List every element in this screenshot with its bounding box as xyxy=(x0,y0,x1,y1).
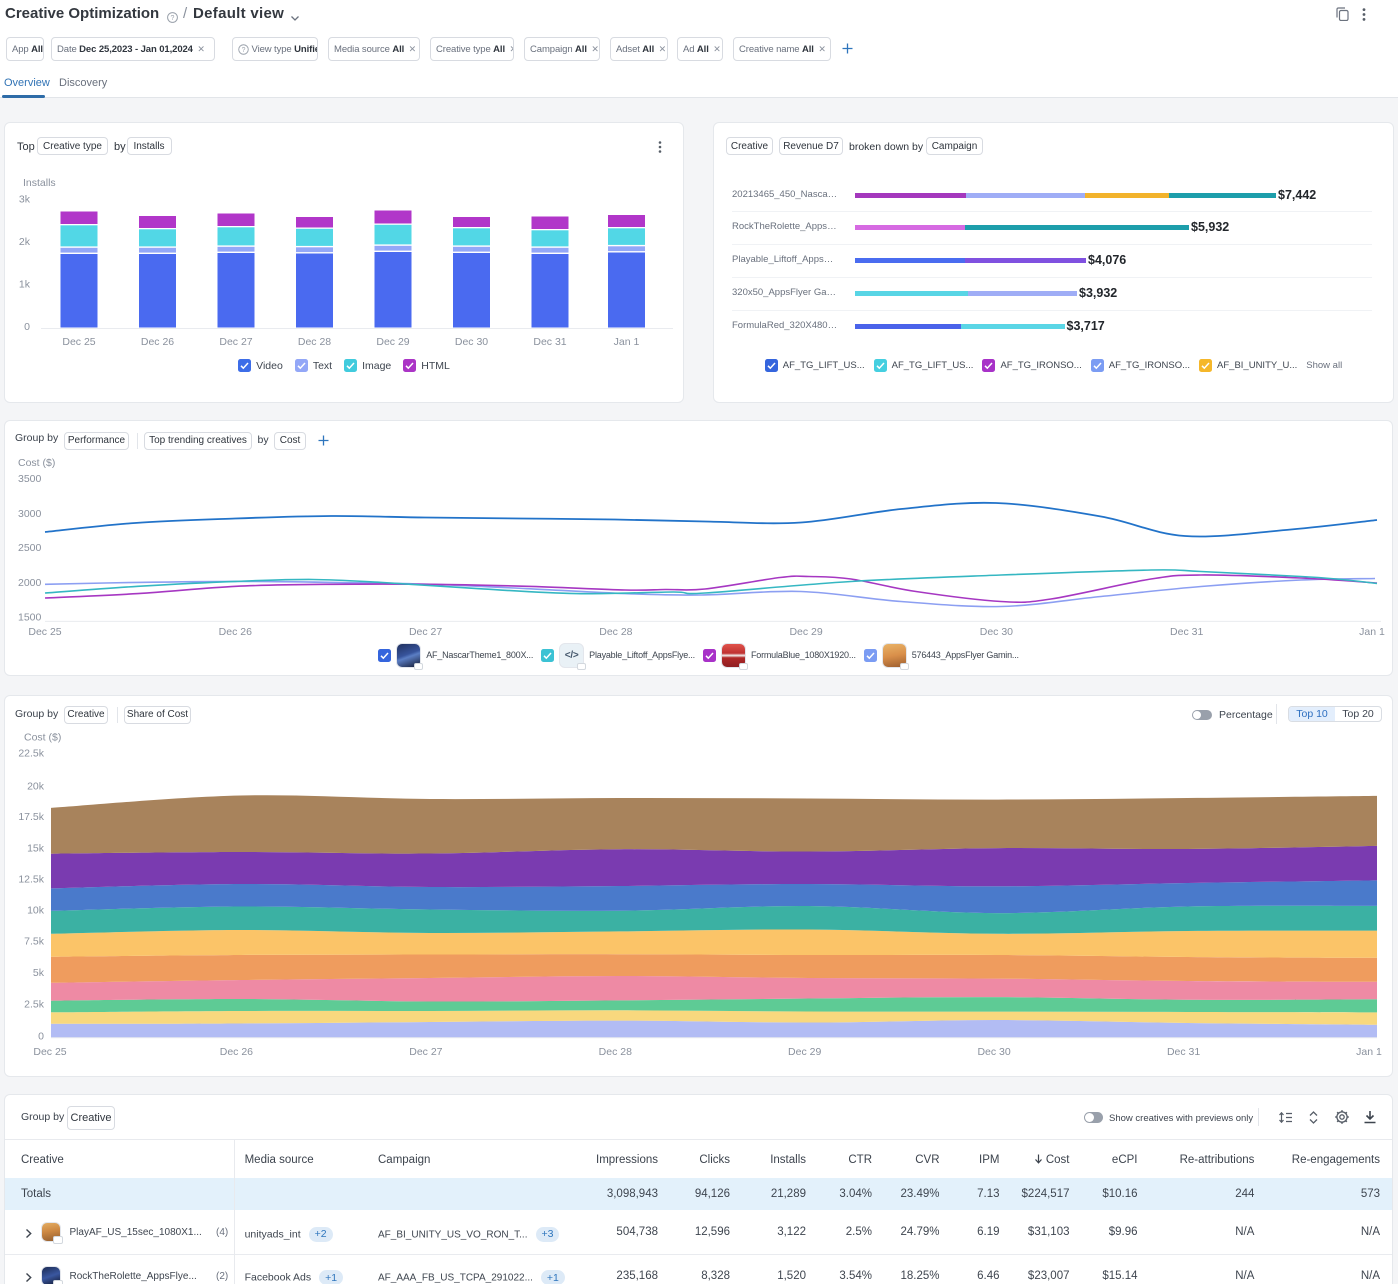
svg-text:7.5k: 7.5k xyxy=(24,936,45,948)
svg-text:3000: 3000 xyxy=(18,508,42,520)
svg-text:Dec 25: Dec 25 xyxy=(62,336,95,348)
svg-text:17.5k: 17.5k xyxy=(18,811,44,823)
svg-text:Dec 30: Dec 30 xyxy=(455,336,488,348)
svg-text:Dec 27: Dec 27 xyxy=(409,626,442,638)
svg-text:2500: 2500 xyxy=(18,542,42,554)
svg-text:5k: 5k xyxy=(33,967,45,979)
svg-text:Dec 28: Dec 28 xyxy=(298,336,331,348)
svg-text:2.5k: 2.5k xyxy=(24,999,45,1011)
svg-text:Jan 1: Jan 1 xyxy=(1359,626,1385,638)
svg-text:Cost ($): Cost ($) xyxy=(18,457,55,469)
svg-text:12.5k: 12.5k xyxy=(18,873,44,885)
svg-text:22.5k: 22.5k xyxy=(18,748,44,760)
svg-text:Dec 30: Dec 30 xyxy=(980,626,1013,638)
svg-text:Dec 31: Dec 31 xyxy=(1167,1046,1200,1058)
svg-text:?: ? xyxy=(242,46,246,53)
svg-text:2k: 2k xyxy=(19,236,31,248)
svg-text:Dec 28: Dec 28 xyxy=(599,626,632,638)
svg-text:1500: 1500 xyxy=(18,611,42,623)
svg-text:15k: 15k xyxy=(27,842,45,854)
svg-text:Dec 30: Dec 30 xyxy=(977,1046,1010,1058)
svg-text:2000: 2000 xyxy=(18,577,42,589)
svg-text:Dec 29: Dec 29 xyxy=(789,626,822,638)
svg-text:Jan 1: Jan 1 xyxy=(614,336,640,348)
svg-text:3k: 3k xyxy=(19,194,31,206)
svg-text:3500: 3500 xyxy=(18,473,42,485)
svg-text:Installs: Installs xyxy=(23,177,56,189)
svg-text:20k: 20k xyxy=(27,781,45,793)
svg-text:Dec 26: Dec 26 xyxy=(220,1046,253,1058)
svg-text:Dec 27: Dec 27 xyxy=(409,1046,442,1058)
svg-text:?: ? xyxy=(171,15,175,22)
svg-text:Dec 26: Dec 26 xyxy=(141,336,174,348)
svg-text:1k: 1k xyxy=(19,279,31,291)
svg-text:Jan 1: Jan 1 xyxy=(1356,1046,1382,1058)
svg-text:Dec 28: Dec 28 xyxy=(599,1046,632,1058)
svg-text:Cost ($): Cost ($) xyxy=(24,731,61,743)
svg-text:0: 0 xyxy=(38,1030,44,1042)
svg-text:Dec 25: Dec 25 xyxy=(28,626,61,638)
svg-text:Dec 29: Dec 29 xyxy=(788,1046,821,1058)
svg-text:Dec 27: Dec 27 xyxy=(219,336,252,348)
svg-text:Dec 25: Dec 25 xyxy=(33,1046,66,1058)
svg-text:Dec 31: Dec 31 xyxy=(1170,626,1203,638)
svg-text:10k: 10k xyxy=(27,905,45,917)
svg-text:Dec 29: Dec 29 xyxy=(376,336,409,348)
svg-text:Dec 26: Dec 26 xyxy=(219,626,252,638)
svg-text:0: 0 xyxy=(24,321,30,333)
svg-text:Dec 31: Dec 31 xyxy=(533,336,566,348)
